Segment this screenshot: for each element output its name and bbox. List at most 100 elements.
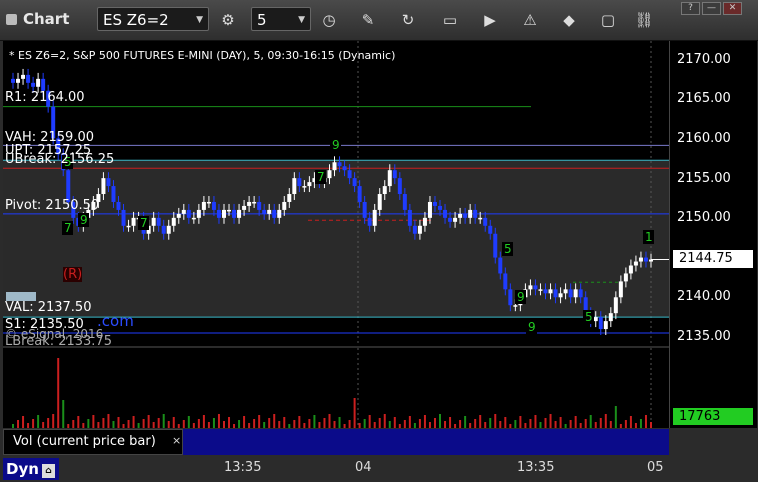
candle-body — [357, 186, 362, 202]
candle-body — [613, 297, 618, 314]
candle-body — [101, 178, 106, 195]
candle-body — [463, 213, 468, 218]
last-price-tag: 2144.75 — [673, 250, 753, 268]
candle-body — [186, 209, 191, 218]
candle-body — [191, 217, 196, 220]
candle-body — [513, 305, 518, 307]
setup-count: 9 — [332, 138, 340, 152]
chevron-down-icon[interactable]: ▼ — [298, 8, 305, 32]
candle-body — [201, 201, 206, 210]
candle-body — [221, 209, 226, 218]
candle-body — [458, 213, 463, 218]
symbol-input[interactable]: ES Z6=2 ▼ — [97, 7, 209, 31]
candle-body — [402, 194, 407, 210]
candle-body — [287, 194, 292, 202]
close-icon[interactable]: × — [172, 429, 181, 453]
candle-body — [362, 201, 367, 218]
candle-body — [196, 209, 201, 218]
candle-body — [422, 217, 427, 226]
candle-body — [126, 225, 131, 228]
candle-body — [277, 209, 282, 218]
chevron-down-icon[interactable]: ▼ — [196, 8, 203, 32]
candle-body — [372, 209, 377, 226]
candle-body — [106, 178, 111, 187]
dynamic-button[interactable]: Dyn ⌂ — [3, 458, 59, 480]
comment-icon[interactable]: ▢ — [596, 8, 620, 32]
price-axis[interactable]: 2170.00 2165.00 2160.00 2155.00 2150.00 … — [669, 41, 757, 428]
help-button[interactable]: ? — [681, 2, 700, 15]
volume-pane[interactable] — [3, 348, 669, 428]
time-label: 04 — [355, 460, 372, 475]
candle-body — [26, 74, 31, 83]
candle-body — [242, 205, 247, 210]
price-pane[interactable]: 59779759951 * ES Z6=2, S&P 500 FUTURES E… — [3, 41, 669, 346]
candle-body — [568, 289, 573, 298]
candle-body — [548, 289, 553, 294]
candle-body — [181, 209, 186, 214]
axis-tick: 2155.00 — [677, 171, 731, 186]
candle-body — [257, 201, 262, 210]
lock-icon[interactable]: ⌂ — [41, 464, 55, 478]
symbol-value: ES Z6=2 — [103, 11, 169, 29]
axis-tick: 2170.00 — [677, 52, 731, 67]
setup-count: 9 — [517, 290, 525, 304]
refresh-icon[interactable]: ↻ — [396, 8, 420, 32]
candle-body — [237, 209, 242, 218]
candle-body — [227, 209, 232, 212]
close-button[interactable]: ✕ — [723, 2, 742, 15]
candle-body — [176, 213, 181, 218]
candle-body — [302, 186, 307, 188]
eraser-icon[interactable]: ◆ — [557, 8, 581, 32]
level-label-pivot: Pivot: 2150.50 — [5, 198, 100, 213]
minimize-button[interactable]: — — [702, 2, 721, 15]
candle-body — [337, 162, 342, 167]
candle-body — [488, 225, 493, 234]
candle-body — [412, 225, 417, 234]
candle-body — [377, 194, 382, 210]
candle-body — [593, 317, 598, 322]
candle-body — [292, 178, 297, 195]
candle-body — [528, 285, 533, 290]
interval-value: 5 — [257, 11, 267, 29]
window-title: Chart — [6, 10, 69, 28]
candle-body — [11, 78, 15, 83]
quote-icon[interactable]: ▭ — [438, 8, 462, 32]
candle-body — [267, 209, 272, 214]
study-tab-volume[interactable]: Vol (current price bar) × — [3, 429, 183, 455]
setup-count: 1 — [645, 230, 653, 244]
window-menu-icon[interactable] — [6, 14, 17, 25]
pencil-icon[interactable]: ✎ — [356, 8, 380, 32]
candle-body — [111, 186, 116, 202]
link-icon[interactable]: ⛓ — [632, 8, 656, 32]
candle-body — [332, 162, 337, 171]
play-icon[interactable]: ▶ — [478, 8, 502, 32]
time-label: 13:35 — [224, 460, 262, 475]
candle-body — [643, 257, 648, 262]
level-label-r1: R1: 2164.00 — [5, 90, 85, 105]
candle-body — [573, 289, 578, 298]
candle-body — [307, 182, 312, 187]
axis-tick: 2165.00 — [677, 91, 731, 106]
alert-icon[interactable]: ⚠ — [518, 8, 542, 32]
candle-body — [553, 289, 558, 298]
candle-body — [438, 205, 443, 210]
candle-body — [427, 201, 432, 218]
candle-body — [623, 273, 628, 282]
candle-body — [21, 74, 26, 79]
watermark-link[interactable]: .com — [97, 312, 134, 330]
candle-body — [628, 265, 633, 274]
chart-header: * ES Z6=2, S&P 500 FUTURES E-MINI (DAY),… — [9, 49, 396, 62]
app-title-label: Chart — [23, 10, 70, 28]
candle-body — [558, 293, 563, 298]
candle-body — [36, 78, 41, 87]
axis-tick: 2160.00 — [677, 131, 731, 146]
interval-input[interactable]: 5 ▼ — [251, 7, 311, 31]
candle-body — [638, 257, 643, 262]
clock-icon[interactable]: ◷ — [317, 8, 341, 32]
candle-body — [297, 178, 302, 187]
settings-icon[interactable]: ⚙ — [216, 8, 240, 32]
time-axis[interactable]: Dyn ⌂ 13:35 04 13:35 05 — [0, 456, 758, 482]
candle-body — [41, 78, 46, 91]
watermark: © eSignal, 2016 — [5, 327, 104, 341]
candle-body — [272, 209, 277, 218]
